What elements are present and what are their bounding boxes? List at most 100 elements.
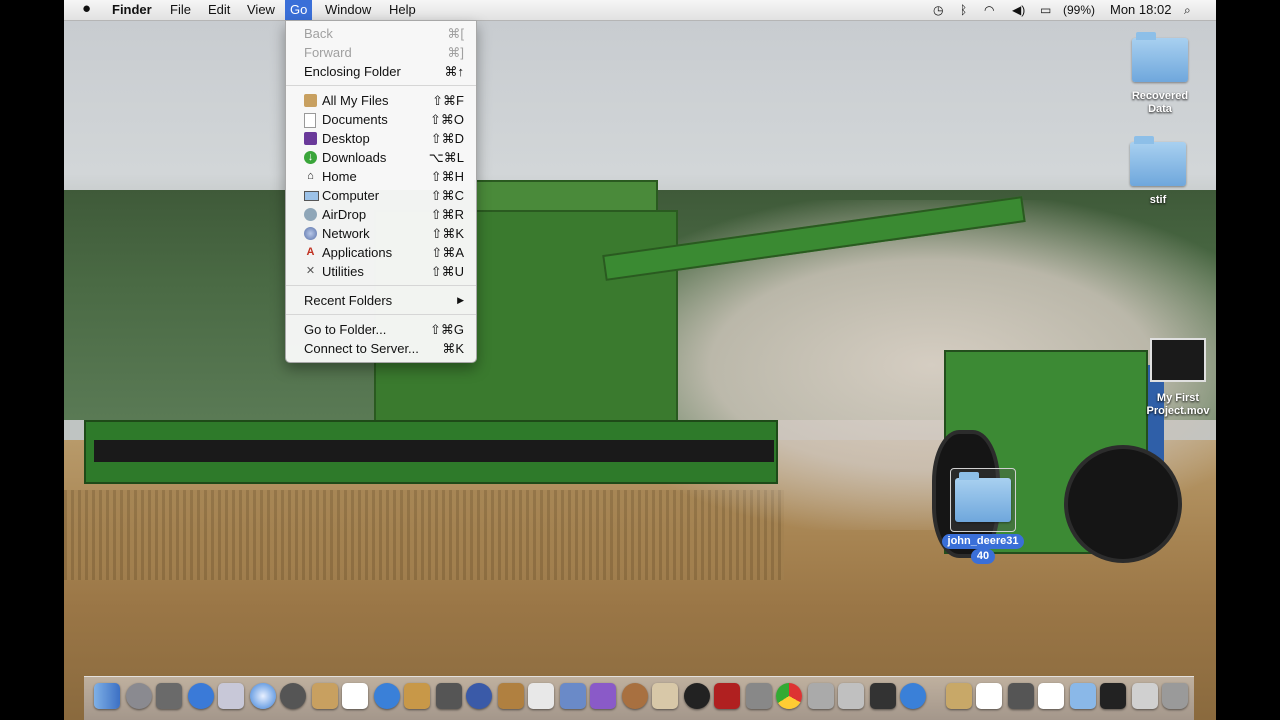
menu-item-applications[interactable]: A Applications ⇧⌘A [286, 243, 476, 262]
menu-file[interactable]: File [170, 2, 191, 18]
dock-chrome-icon[interactable] [776, 683, 802, 709]
menu-finder[interactable]: Finder [112, 2, 152, 18]
dock-image-capture-icon[interactable] [652, 683, 678, 709]
dock-calendar-icon[interactable] [342, 683, 368, 709]
dock-document-icon[interactable] [976, 683, 1002, 709]
dock-grab-icon[interactable] [746, 683, 772, 709]
menu-go[interactable]: Go [285, 0, 313, 20]
menu-item-enclosing-folder[interactable]: Enclosing Folder ⌘↑ [286, 62, 476, 81]
battery-percent[interactable]: (99%) [1063, 2, 1095, 18]
menu-item-label: Desktop [322, 131, 370, 146]
label-line: Recovered [1131, 90, 1189, 102]
menu-item-shortcut: ⇧⌘C [430, 188, 464, 203]
menu-item-label: Enclosing Folder [304, 64, 401, 79]
bluetooth-icon[interactable]: ᛒ [960, 2, 967, 18]
volume-icon[interactable]: ◀) [1012, 2, 1025, 18]
dock-folder-icon[interactable] [1070, 683, 1096, 709]
dock-file-icon[interactable] [1038, 683, 1064, 709]
desktop-folder-john-deere[interactable]: john_deere31 40 [938, 472, 1028, 564]
applications-icon: A [306, 246, 315, 258]
menu-item-label: Home [322, 169, 357, 184]
dock-photo-booth-icon[interactable] [590, 683, 616, 709]
menu-item-connect-to-server[interactable]: Connect to Server... ⌘K [286, 339, 476, 358]
menu-item-desktop[interactable]: Desktop ⇧⌘D [286, 129, 476, 148]
airdrop-icon [304, 208, 317, 221]
label-line: john_deere31 [941, 534, 1025, 549]
dock-itunes-icon[interactable] [374, 683, 400, 709]
dock-launchpad-icon[interactable] [126, 683, 152, 709]
menu-bar: ● Finder File Edit View Go Window Help ◷… [64, 0, 1216, 21]
menu-item-shortcut: ⇧⌘K [431, 226, 464, 241]
dock-plus-icon[interactable] [684, 683, 710, 709]
folder-icon [1132, 32, 1188, 82]
dock-contacts-icon[interactable] [312, 683, 338, 709]
menu-item-all-my-files[interactable]: All My Files ⇧⌘F [286, 91, 476, 110]
dock-imovie-icon[interactable] [436, 683, 462, 709]
menu-item-label: Applications [322, 245, 393, 260]
dock-mission-control-icon[interactable] [156, 683, 182, 709]
dock-utility-icon[interactable] [838, 683, 864, 709]
menu-view[interactable]: View [247, 2, 275, 18]
menu-window[interactable]: Window [325, 2, 371, 18]
dock-photo-app-icon[interactable] [714, 683, 740, 709]
downloads-icon: ↓ [304, 151, 317, 164]
desktop-folder-recovered-data[interactable]: Recovered Data [1115, 32, 1205, 116]
menu-item-label: Back [304, 26, 333, 41]
menu-help[interactable]: Help [389, 2, 416, 18]
menu-item-shortcut: ⇧⌘U [430, 264, 464, 279]
menu-item-utilities[interactable]: ✕ Utilities ⇧⌘U [286, 262, 476, 281]
menu-separator [286, 314, 476, 315]
menu-item-network[interactable]: Network ⇧⌘K [286, 224, 476, 243]
dock-virtualbox-icon[interactable] [560, 683, 586, 709]
menu-clock[interactable]: Mon 18:02 [1110, 2, 1171, 18]
dock-window-icon[interactable] [1132, 683, 1158, 709]
desktop-file-my-first-project[interactable]: My First Project.mov [1133, 338, 1216, 418]
dock-finder-icon[interactable] [94, 683, 120, 709]
menu-edit[interactable]: Edit [208, 2, 230, 18]
dock-screenshot-icon[interactable] [808, 683, 834, 709]
label-line: My First [1156, 392, 1200, 404]
dock-dvd-player-icon[interactable] [466, 683, 492, 709]
menu-item-shortcut: ⇧⌘R [430, 207, 464, 222]
dock-globe-icon[interactable] [900, 683, 926, 709]
time-machine-icon[interactable]: ◷ [933, 2, 943, 18]
desktop-wallpaper [64, 20, 1216, 720]
dock-drive-icon[interactable] [1008, 683, 1034, 709]
menu-item-downloads[interactable]: ↓ Downloads ⌥⌘L [286, 148, 476, 167]
dock-bowl-icon[interactable] [622, 683, 648, 709]
home-icon: ⌂ [307, 170, 314, 182]
dock-facetime-icon[interactable] [280, 683, 306, 709]
battery-icon[interactable]: ▭ [1040, 2, 1051, 18]
dock-trash-icon[interactable] [1162, 683, 1188, 709]
dock [84, 676, 1194, 720]
dock-clapper-icon[interactable] [870, 683, 896, 709]
dock-app-store-icon[interactable] [188, 683, 214, 709]
menu-item-airdrop[interactable]: AirDrop ⇧⌘R [286, 205, 476, 224]
menu-item-forward[interactable]: Forward ⌘] [286, 43, 476, 62]
dock-safari-icon[interactable] [250, 683, 276, 709]
menu-item-home[interactable]: ⌂ Home ⇧⌘H [286, 167, 476, 186]
spotlight-search-icon[interactable]: ⌕ [1184, 2, 1191, 18]
dock-textedit-icon[interactable] [528, 683, 554, 709]
wifi-icon[interactable]: ◠ [984, 2, 994, 18]
menu-item-computer[interactable]: Computer ⇧⌘C [286, 186, 476, 205]
dock-downloads-stack-icon[interactable] [946, 683, 972, 709]
menu-item-shortcut: ⌘] [447, 45, 464, 60]
menu-item-shortcut: ⌘K [442, 341, 464, 356]
apple-menu-icon[interactable]: ● [82, 1, 91, 17]
desktop-icon-label: john_deere31 40 [938, 534, 1028, 564]
label-line: 40 [970, 549, 996, 564]
desktop-folder-stif[interactable]: stif [1113, 136, 1203, 206]
dock-preview-icon[interactable] [218, 683, 244, 709]
dock-terminal-icon[interactable] [1100, 683, 1126, 709]
menu-item-back[interactable]: Back ⌘[ [286, 24, 476, 43]
menu-item-go-to-folder[interactable]: Go to Folder... ⇧⌘G [286, 320, 476, 339]
menu-item-shortcut: ⌥⌘L [428, 150, 464, 165]
desktop-icon [304, 132, 317, 145]
menu-item-recent-folders[interactable]: Recent Folders ▶ [286, 291, 476, 310]
submenu-arrow-icon: ▶ [457, 295, 464, 305]
dock-iphoto-icon[interactable] [404, 683, 430, 709]
menu-item-documents[interactable]: Documents ⇧⌘O [286, 110, 476, 129]
dock-garageband-icon[interactable] [498, 683, 524, 709]
menu-item-shortcut: ⇧⌘D [430, 131, 464, 146]
